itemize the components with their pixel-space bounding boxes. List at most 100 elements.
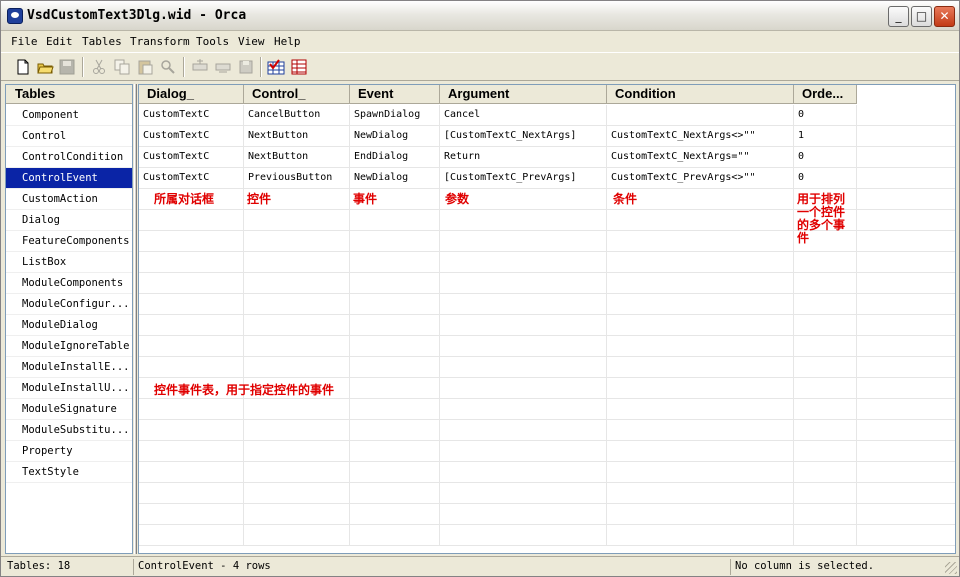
cell-event[interactable] — [350, 462, 440, 483]
table-item-modulesignature[interactable]: ModuleSignature — [6, 399, 132, 420]
cell-dialog[interactable] — [139, 231, 244, 252]
cell-control[interactable] — [244, 420, 350, 441]
cell-dialog[interactable]: CustomTextC — [139, 147, 244, 168]
title-bar[interactable]: VsdCustomText3Dlg.wid - Orca _ □ ✕ — [1, 1, 959, 31]
table-item-moduleinstallui[interactable]: ModuleInstallU... — [6, 378, 132, 399]
cell-argument[interactable] — [440, 441, 607, 462]
cell-dialog[interactable] — [139, 441, 244, 462]
cell-event[interactable] — [350, 525, 440, 546]
cell-order[interactable] — [794, 315, 857, 336]
close-button[interactable]: ✕ — [934, 6, 955, 27]
cell-argument[interactable] — [440, 483, 607, 504]
cell-condition[interactable] — [607, 525, 794, 546]
column-header-argument[interactable]: Argument — [440, 85, 607, 104]
cell-control[interactable] — [244, 441, 350, 462]
cell-event[interactable] — [350, 420, 440, 441]
table-item-modulesubstitution[interactable]: ModuleSubstitu... — [6, 420, 132, 441]
cell-argument[interactable] — [440, 252, 607, 273]
cell-order[interactable]: 1 — [794, 126, 857, 147]
cell-argument[interactable] — [440, 462, 607, 483]
cell-order[interactable] — [794, 462, 857, 483]
cell-order[interactable] — [794, 525, 857, 546]
cell-argument[interactable] — [440, 357, 607, 378]
cell-dialog[interactable]: CustomTextC — [139, 168, 244, 189]
cell-argument[interactable] — [440, 336, 607, 357]
cell-order[interactable] — [794, 273, 857, 294]
cell-dialog[interactable] — [139, 420, 244, 441]
cell-dialog[interactable] — [139, 210, 244, 231]
cell-control[interactable]: NextButton — [244, 147, 350, 168]
cell-condition[interactable]: CustomTextC_PrevArgs<>"" — [607, 168, 794, 189]
cell-condition[interactable] — [607, 420, 794, 441]
cell-dialog[interactable] — [139, 336, 244, 357]
cell-order[interactable] — [794, 378, 857, 399]
cell-dialog[interactable] — [139, 525, 244, 546]
cell-argument[interactable] — [440, 315, 607, 336]
column-header-condition[interactable]: Condition — [607, 85, 794, 104]
cell-dialog[interactable] — [139, 273, 244, 294]
cell-order[interactable] — [794, 336, 857, 357]
cell-dialog[interactable] — [139, 315, 244, 336]
cell-event[interactable] — [350, 357, 440, 378]
cell-condition[interactable] — [607, 483, 794, 504]
cell-order[interactable]: 0 — [794, 147, 857, 168]
menu-help[interactable]: Help — [274, 35, 301, 48]
resize-grip[interactable] — [945, 562, 957, 574]
table-item-textstyle[interactable]: TextStyle — [6, 462, 132, 483]
validate-icon[interactable] — [267, 58, 285, 76]
cell-order[interactable] — [794, 504, 857, 525]
cell-control[interactable] — [244, 273, 350, 294]
cell-argument[interactable] — [440, 420, 607, 441]
cell-argument[interactable]: [CustomTextC_NextArgs] — [440, 126, 607, 147]
cell-condition[interactable] — [607, 336, 794, 357]
cell-event[interactable] — [350, 336, 440, 357]
cell-dialog[interactable] — [139, 483, 244, 504]
cell-event[interactable] — [350, 483, 440, 504]
cell-order[interactable] — [794, 399, 857, 420]
cell-dialog[interactable] — [139, 462, 244, 483]
menu-view[interactable]: View — [238, 35, 265, 48]
cell-control[interactable]: PreviousButton — [244, 168, 350, 189]
cell-argument[interactable]: Cancel — [440, 105, 607, 126]
table-item-featurecomponents[interactable]: FeatureComponents — [6, 231, 132, 252]
cell-condition[interactable] — [607, 315, 794, 336]
cell-condition[interactable] — [607, 210, 794, 231]
cell-event[interactable] — [350, 378, 440, 399]
cell-condition[interactable] — [607, 252, 794, 273]
cell-control[interactable] — [244, 252, 350, 273]
cell-order[interactable] — [794, 252, 857, 273]
cell-condition[interactable] — [607, 441, 794, 462]
cell-dialog[interactable] — [139, 504, 244, 525]
save-icon[interactable] — [58, 58, 76, 76]
paste-icon[interactable] — [136, 58, 154, 76]
drop-row-icon[interactable] — [214, 58, 232, 76]
minimize-button[interactable]: _ — [888, 6, 909, 27]
menu-tools[interactable]: Tools — [196, 35, 229, 48]
cell-condition[interactable] — [607, 231, 794, 252]
table-item-moduleinstallexecute[interactable]: ModuleInstallE... — [6, 357, 132, 378]
cell-control[interactable] — [244, 210, 350, 231]
cell-condition[interactable] — [607, 504, 794, 525]
cell-condition[interactable]: CustomTextC_NextArgs<>"" — [607, 126, 794, 147]
cell-control[interactable] — [244, 294, 350, 315]
cell-dialog[interactable] — [139, 252, 244, 273]
cell-order[interactable]: 0 — [794, 105, 857, 126]
cell-order[interactable] — [794, 441, 857, 462]
cell-condition[interactable] — [607, 462, 794, 483]
cell-condition[interactable] — [607, 357, 794, 378]
table-item-property[interactable]: Property — [6, 441, 132, 462]
cell-argument[interactable] — [440, 273, 607, 294]
table-item-listbox[interactable]: ListBox — [6, 252, 132, 273]
merge-icon[interactable] — [290, 58, 308, 76]
cell-control[interactable] — [244, 483, 350, 504]
cell-event[interactable]: EndDialog — [350, 147, 440, 168]
column-header-event[interactable]: Event — [350, 85, 440, 104]
column-header-control[interactable]: Control_ — [244, 85, 350, 104]
cell-control[interactable]: CancelButton — [244, 105, 350, 126]
table-item-control[interactable]: Control — [6, 126, 132, 147]
pane-splitter[interactable] — [134, 84, 137, 554]
cut-icon[interactable] — [90, 58, 108, 76]
open-folder-icon[interactable] — [36, 58, 54, 76]
cell-condition[interactable] — [607, 294, 794, 315]
cell-control[interactable] — [244, 399, 350, 420]
